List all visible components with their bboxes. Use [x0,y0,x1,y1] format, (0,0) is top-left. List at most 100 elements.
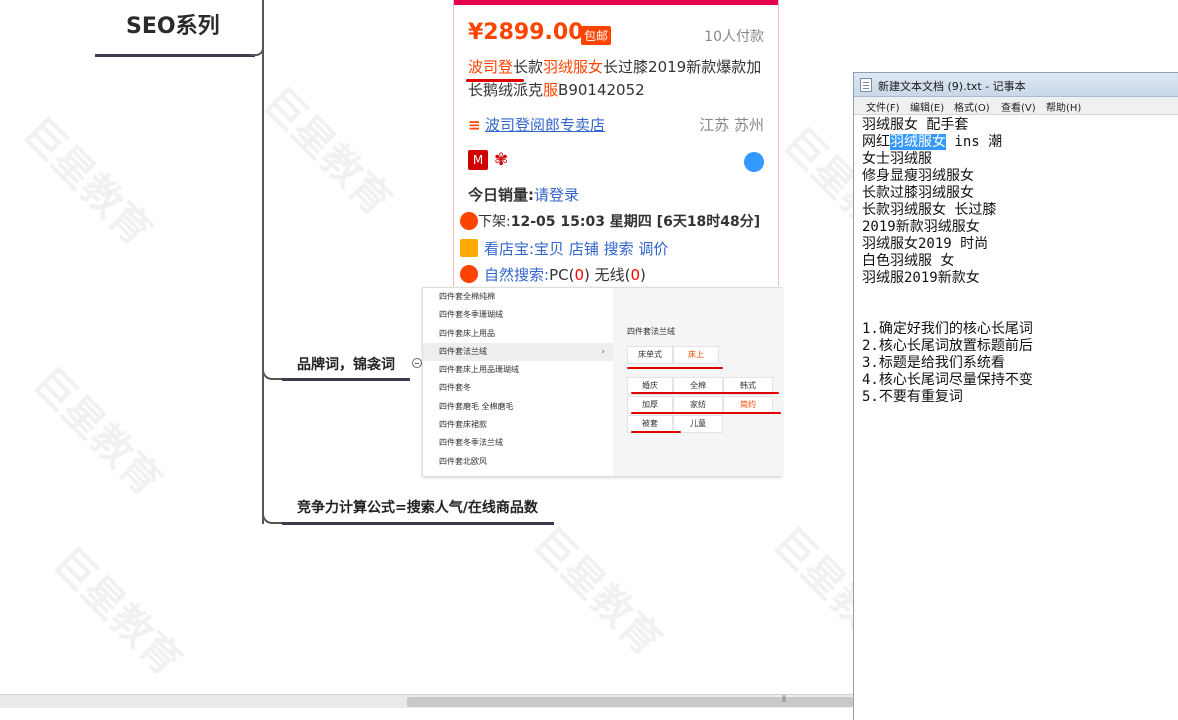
scrollbar-grip-icon: ⦀ [782,695,786,705]
subpanel-title: 四件套法兰绒 [627,327,675,336]
category-item[interactable]: 四件套床上用品珊瑚绒 [423,361,613,379]
text-line: 长款过膝羽绒服女 [862,185,974,201]
natural-label: 自然搜索: [484,266,550,284]
category-item[interactable]: 四件套冬 [423,379,613,397]
category-item[interactable]: 四件套北欧风 [423,453,613,471]
category-dropdown: 四件套全棉纯棉 四件套冬季珊瑚绒 四件套床上用品 四件套法兰绒 › 四件套床上用品… [422,287,783,477]
mindmap-node-formula[interactable]: 竞争力计算公式=搜索人气/在线商品数 [297,497,538,517]
annotation-underline [631,392,779,394]
mindmap-node-underline [282,378,410,381]
checkmark-icon [460,239,478,257]
text-line: 羽绒服2019新款女 [862,270,980,286]
menu-format[interactable]: 格式(O) [954,99,990,114]
title-keyword: 服 [543,81,559,99]
category-item[interactable]: 四件套全棉纯棉 [423,288,613,306]
shop-name-link[interactable]: 波司登阅郎专卖店 [485,114,605,135]
text-line: 2019新款羽绒服女 [862,219,980,235]
annotation-underline [627,367,723,369]
menu-view[interactable]: 查看(V) [1001,99,1036,114]
category-item[interactable]: 四件套床裙款 [423,416,613,434]
mindmap-title[interactable]: SEO系列 [126,8,220,40]
rule-line: 1.确定好我们的核心长尾词 [862,321,1033,337]
natural-wx-value: 0 [630,266,641,284]
mindmap-branch-line [262,0,264,524]
free-shipping-badge: 包邮 [581,26,612,45]
mindmap-node-underline [282,522,554,525]
text-selection: 羽绒服女 [890,134,946,150]
horizontal-scrollbar[interactable]: ⦀ [0,694,853,708]
text-line: 羽绒服女 配手套 [862,117,969,133]
login-link[interactable]: 请登录 [534,186,579,204]
watermark: 巨星教育 [524,518,671,665]
today-sales: 今日销量:请登录 [468,184,579,205]
collapse-toggle-icon[interactable] [412,358,422,368]
product-price: ¥2899.00 [468,20,584,45]
mindmap-title-underline [95,54,255,57]
scrollbar-thumb[interactable] [407,697,853,707]
notepad-title: 新建文本文档 (9).txt - 记事本 [878,80,1026,93]
rule-line: 3.标题是给我们系统看 [862,355,1005,371]
mindmap-connector [262,360,282,380]
mindmap-connector [262,504,282,524]
text-line: 羽绒服女2019 时尚 [862,236,989,252]
category-item-active[interactable]: 四件套法兰绒 › [423,342,613,362]
clock-icon [460,212,478,230]
category-item[interactable]: 四件套冬季珊瑚绒 [423,306,613,324]
mindmap-node-brand[interactable]: 品牌词，锦衾词 [297,354,395,374]
rule-line: 5.不要有重复词 [862,389,963,405]
title-brand: 波司登 [468,58,514,76]
category-subpanel: 四件套法兰绒 床单式 床上 婚庆 全棉 韩式 加厚 家纺 简约 被套 儿童 [613,288,783,476]
notepad-text-area[interactable]: 羽绒服女 配手套 网红羽绒服女 ins 潮 女士羽绒服 修身显瘦羽绒服女 长款过… [862,117,1174,717]
notepad-menubar: 文件(F) 编辑(E) 格式(O) 查看(V) 帮助(H) [854,97,1178,115]
menu-file[interactable]: 文件(F) [866,99,900,114]
natural-mid: ) 无线( [583,266,631,284]
text-line: 修身显瘦羽绒服女 [862,168,974,184]
natural-pc: PC( [549,266,575,284]
notepad-window: 新建文本文档 (9).txt - 记事本 文件(F) 编辑(E) 格式(O) 查… [853,72,1178,720]
annotation-underline [631,412,781,414]
offshelf-label: 下架: [478,214,511,230]
notepad-titlebar[interactable]: 新建文本文档 (9).txt - 记事本 [854,73,1178,97]
annotation-underline [466,79,524,82]
text-line: 长款羽绒服女 长过膝 [862,202,997,218]
watermark: 巨星教育 [24,358,171,505]
wangwang-chat-icon[interactable] [744,152,764,172]
watermark: 巨星教育 [44,538,191,685]
text-segment: ins 潮 [946,134,1003,150]
category-item[interactable]: 四件套床上用品 [423,325,613,343]
shop-list-icon: ≡ [468,116,481,134]
shop-tool-links[interactable]: 看店宝:宝贝 店铺 搜索 调价 [484,238,668,259]
watermark: 巨星教育 [254,78,401,225]
sales-label: 今日销量: [468,186,534,204]
menu-help[interactable]: 帮助(H) [1046,99,1081,114]
natural-search[interactable]: 自然搜索:PC(0) 无线(0) [484,264,646,285]
natural-end: ) [640,266,646,284]
category-chip[interactable]: 床上 [673,346,719,364]
title-segment: 长款 [513,58,544,76]
menu-edit[interactable]: 编辑(E) [910,99,944,114]
paid-count: 10人付款 [704,29,764,45]
natural-pc-value: 0 [574,266,584,284]
category-item[interactable]: 四件套冬季法兰绒 [423,434,613,452]
text-line: 白色羽绒服 女 [862,253,955,269]
card-top-bar [454,0,778,5]
title-segment: B90142052 [558,81,645,99]
search-person-icon [460,265,478,283]
annotation-underline [631,431,681,433]
title-keyword: 羽绒服女 [543,58,604,76]
text-line: 女士羽绒服 [862,151,932,167]
offshelf-value: 12-05 15:03 星期四 [6天18时48分] [510,214,761,230]
product-card: ¥2899.00 包邮 10人付款 波司登长款羽绒服女长过膝2019新款爆款加长… [453,0,779,286]
notepad-icon [860,78,872,92]
watermark: 巨星教育 [14,108,161,255]
category-chip[interactable]: 床单式 [627,346,673,364]
offshelf-time: 下架:12-05 15:03 星期四 [6天18时48分] [478,211,760,231]
shop-location: 江苏 苏州 [699,116,764,134]
category-item-label: 四件套法兰绒 [439,346,487,356]
category-item[interactable]: 四件套磨毛 全棉磨毛 [423,398,613,416]
rule-line: 4.核心长尾词尽量保持不变 [862,372,1033,388]
tmall-badge-icon: M [468,150,488,170]
text-line: 网红羽绒服女 ins 潮 [862,134,1174,151]
chevron-right-icon: › [601,346,605,357]
